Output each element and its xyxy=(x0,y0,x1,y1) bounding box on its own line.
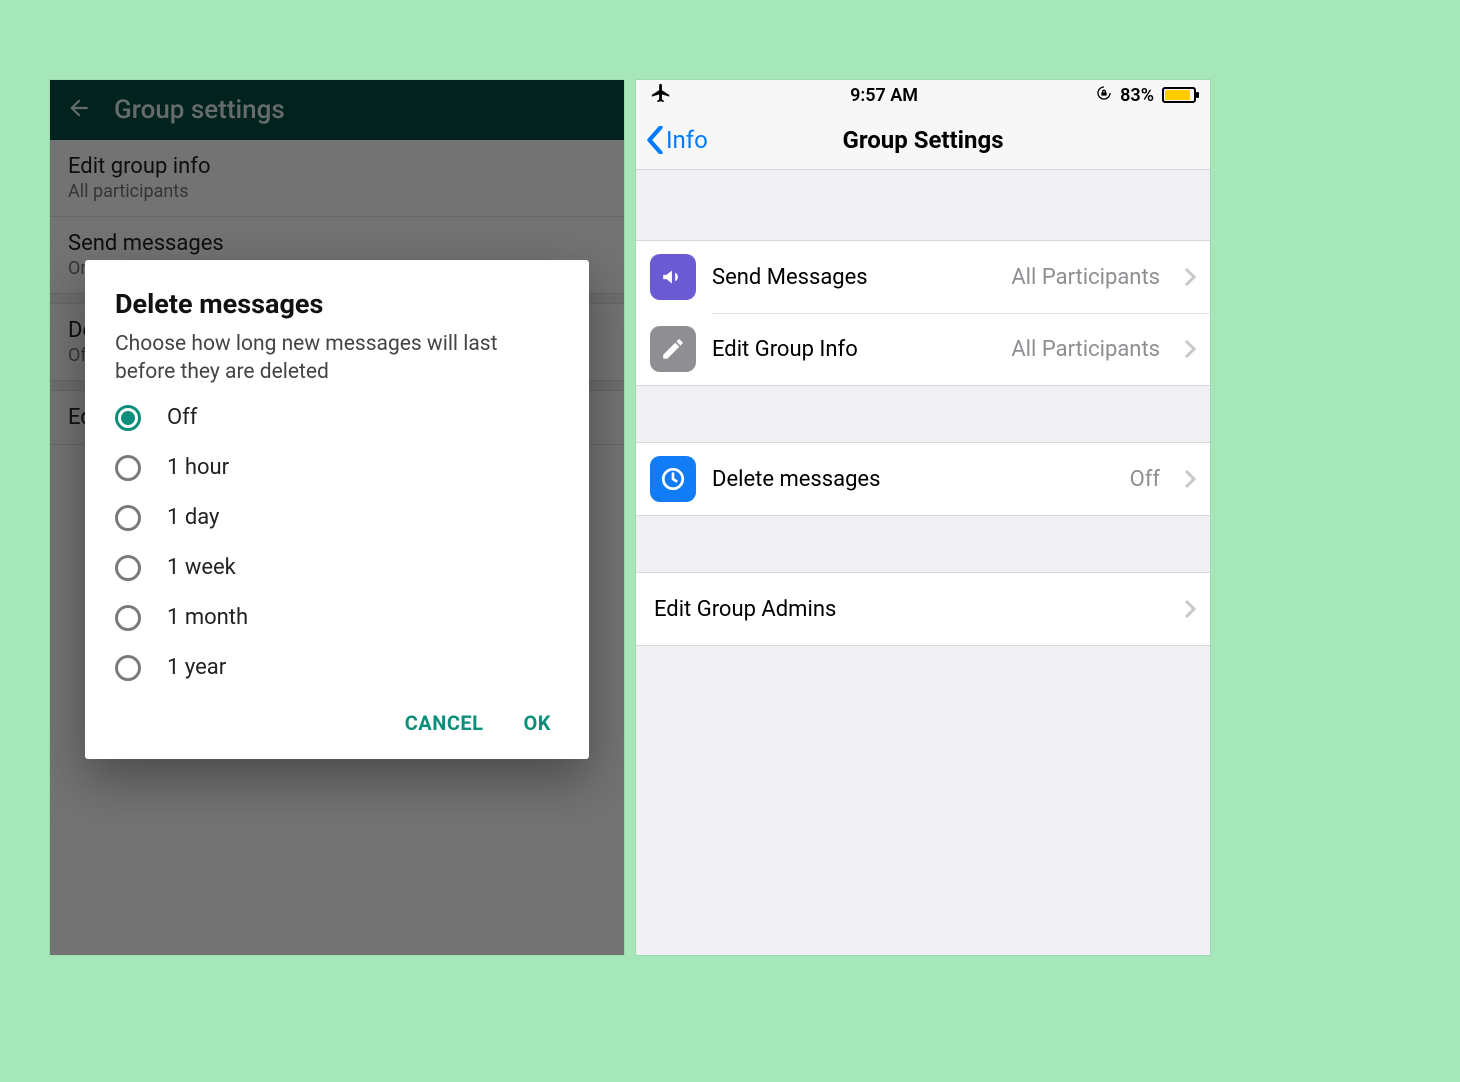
cell-label: Send Messages xyxy=(712,265,868,290)
back-label: Info xyxy=(666,126,708,154)
option-1-day[interactable]: 1 day xyxy=(115,505,559,531)
radio-icon xyxy=(115,555,141,581)
option-label: 1 month xyxy=(167,605,248,630)
option-label: 1 hour xyxy=(167,455,229,480)
section-gap xyxy=(636,516,1210,572)
cell-label: Delete messages xyxy=(712,467,880,492)
option-1-week[interactable]: 1 week xyxy=(115,555,559,581)
option-1-hour[interactable]: 1 hour xyxy=(115,455,559,481)
option-off[interactable]: Off xyxy=(115,405,559,431)
option-label: 1 week xyxy=(167,555,236,580)
section-gap xyxy=(636,386,1210,442)
cell-send-messages[interactable]: Send Messages All Participants xyxy=(636,241,1210,313)
option-1-month[interactable]: 1 month xyxy=(115,605,559,631)
back-button[interactable]: Info xyxy=(646,126,708,154)
cell-label: Edit Group Info xyxy=(712,337,858,362)
megaphone-icon xyxy=(650,254,696,300)
chevron-right-icon xyxy=(1184,339,1196,359)
dialog-actions: CANCEL OK xyxy=(115,705,559,741)
status-bar: 9:57 AM 83% xyxy=(636,80,1210,110)
chevron-right-icon xyxy=(1184,599,1196,619)
nav-bar: Info Group Settings xyxy=(636,110,1210,170)
section-admins: Edit Group Admins xyxy=(636,572,1210,646)
airplane-mode-icon xyxy=(650,82,672,109)
status-time: 9:57 AM xyxy=(850,85,918,106)
cell-label: Edit Group Admins xyxy=(654,597,836,622)
chevron-right-icon xyxy=(1184,267,1196,287)
cell-edit-group-admins[interactable]: Edit Group Admins xyxy=(636,573,1210,645)
battery-percent: 83% xyxy=(1120,85,1154,106)
delete-messages-dialog: Delete messages Choose how long new mess… xyxy=(85,260,589,759)
pencil-icon xyxy=(650,326,696,372)
dialog-option-list: Off 1 hour 1 day 1 week 1 month xyxy=(115,405,559,681)
radio-icon xyxy=(115,655,141,681)
radio-icon xyxy=(115,455,141,481)
dialog-title: Delete messages xyxy=(115,288,559,320)
battery-icon xyxy=(1162,87,1196,103)
nav-title: Group Settings xyxy=(636,126,1210,154)
orientation-lock-icon xyxy=(1096,85,1112,106)
cell-delete-messages[interactable]: Delete messages Off xyxy=(636,443,1210,515)
option-label: Off xyxy=(167,405,197,430)
cell-value: All Participants xyxy=(1011,265,1160,290)
cell-value: Off xyxy=(1130,467,1160,492)
android-screen: Group settings Edit group info All parti… xyxy=(50,80,624,955)
option-1-year[interactable]: 1 year xyxy=(115,655,559,681)
option-label: 1 year xyxy=(167,655,226,680)
option-label: 1 day xyxy=(167,505,219,530)
section-delete-messages: Delete messages Off xyxy=(636,442,1210,516)
radio-icon xyxy=(115,405,141,431)
ios-screen: 9:57 AM 83% Info Group Settings xyxy=(636,80,1210,955)
timer-icon xyxy=(650,456,696,502)
chevron-right-icon xyxy=(1184,469,1196,489)
section-permissions: Send Messages All Participants Edit Grou… xyxy=(636,240,1210,386)
dialog-subtitle: Choose how long new messages will last b… xyxy=(115,330,559,387)
cancel-button[interactable]: CANCEL xyxy=(405,711,484,735)
section-gap xyxy=(636,170,1210,240)
cell-edit-group-info[interactable]: Edit Group Info All Participants xyxy=(636,313,1210,385)
radio-icon xyxy=(115,505,141,531)
cell-value: All Participants xyxy=(1011,337,1160,362)
ok-button[interactable]: OK xyxy=(523,711,551,735)
radio-icon xyxy=(115,605,141,631)
